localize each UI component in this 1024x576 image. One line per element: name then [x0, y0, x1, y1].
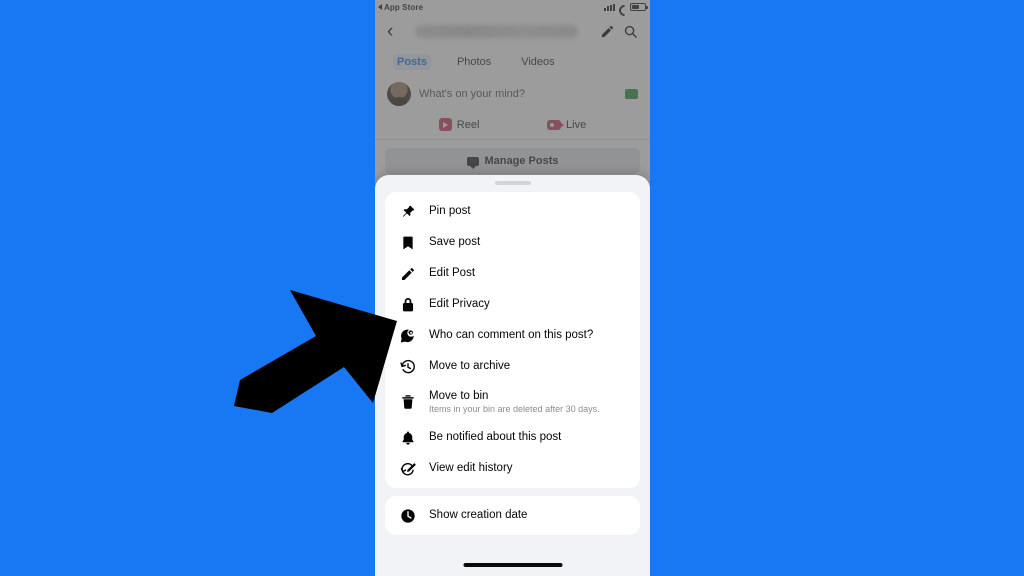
live-icon [547, 119, 565, 130]
composer-placeholder[interactable]: What's on your mind? [419, 88, 617, 100]
manage-posts-button[interactable]: Manage Posts [385, 148, 640, 174]
edit-history-icon [399, 460, 416, 477]
options-group-secondary: Show creation date [385, 496, 640, 536]
manage-posts-wrap: Manage Posts [375, 140, 650, 174]
archive-clock-icon [399, 358, 416, 375]
pin-icon [399, 203, 416, 220]
menu-item-move-to-archive[interactable]: Move to archive [385, 351, 640, 382]
reel-label: Reel [456, 118, 480, 131]
clock-filled-icon [399, 507, 416, 524]
menu-item-edit-post[interactable]: Edit Post [385, 258, 640, 289]
menu-item-label: Pin post [429, 205, 471, 218]
menu-item-label: Show creation date [429, 509, 528, 522]
back-button[interactable]: ‹ [387, 22, 393, 41]
avatar [387, 82, 411, 106]
reel-icon [438, 118, 452, 131]
composer-actions: Reel Live [375, 112, 650, 140]
reel-button[interactable]: Reel [438, 118, 480, 131]
green-photo-icon[interactable] [625, 89, 638, 99]
status-bar: App Store [375, 0, 650, 14]
menu-item-label: View edit history [429, 462, 513, 475]
menu-item-edit-privacy[interactable]: Edit Privacy [385, 289, 640, 320]
menu-item-who-can-comment[interactable]: Who can comment on this post? [385, 320, 640, 351]
signal-bars-icon [604, 3, 615, 11]
menu-item-label: Move to archive [429, 360, 511, 373]
live-label: Live [566, 118, 587, 131]
trash-icon [399, 394, 416, 411]
phone-screen: App Store ‹ Posts Photos Videos What's o… [375, 0, 650, 576]
search-icon[interactable] [623, 24, 638, 39]
arrow-pointer-icon [234, 290, 397, 413]
tab-photos[interactable]: Photos [453, 54, 495, 70]
menu-item-move-to-bin[interactable]: Move to bin Items in your bin are delete… [385, 382, 640, 422]
pencil-icon [399, 265, 416, 282]
bell-icon [399, 429, 416, 446]
drag-handle[interactable] [494, 181, 531, 185]
edit-profile-icon[interactable] [600, 24, 615, 39]
post-options-sheet: Pin post Save post Edit Post Edit Privac… [375, 175, 650, 576]
menu-item-label: Be notified about this post [429, 431, 562, 444]
menu-item-show-creation-date[interactable]: Show creation date [385, 500, 640, 531]
menu-item-pin-post[interactable]: Pin post [385, 196, 640, 227]
home-indicator [463, 563, 562, 567]
back-triangle-icon [378, 4, 382, 10]
manage-posts-label: Manage Posts [484, 155, 559, 167]
battery-icon [630, 3, 648, 11]
menu-item-label: Who can comment on this post? [429, 329, 594, 342]
menu-item-label: Edit Privacy [429, 298, 490, 311]
post-composer[interactable]: What's on your mind? [375, 78, 650, 112]
lock-icon [399, 296, 416, 313]
menu-item-label: Move to bin [429, 390, 489, 402]
status-bar-right [604, 3, 648, 11]
status-bar-app-label: App Store [384, 2, 424, 12]
profile-tabs: Posts Photos Videos [375, 48, 650, 78]
options-group-primary: Pin post Save post Edit Post Edit Privac… [385, 192, 640, 489]
bookmark-icon [399, 234, 416, 251]
menu-item-sublabel: Items in your bin are deleted after 30 d… [429, 404, 600, 415]
tab-videos[interactable]: Videos [517, 54, 558, 70]
menu-item-label: Save post [429, 236, 481, 249]
menu-item-view-edit-history[interactable]: View edit history [385, 453, 640, 484]
manage-posts-icon [466, 156, 479, 169]
profile-nav-bar: ‹ [375, 14, 650, 48]
wifi-icon [618, 4, 627, 11]
menu-item-label: Edit Post [429, 267, 476, 280]
live-button[interactable]: Live [547, 119, 586, 131]
menu-item-be-notified[interactable]: Be notified about this post [385, 422, 640, 453]
profile-title-blurred [415, 24, 578, 38]
menu-item-save-post[interactable]: Save post [385, 227, 640, 258]
tab-posts[interactable]: Posts [393, 54, 431, 70]
comment-settings-icon [399, 327, 416, 344]
status-bar-left[interactable]: App Store [378, 3, 423, 12]
